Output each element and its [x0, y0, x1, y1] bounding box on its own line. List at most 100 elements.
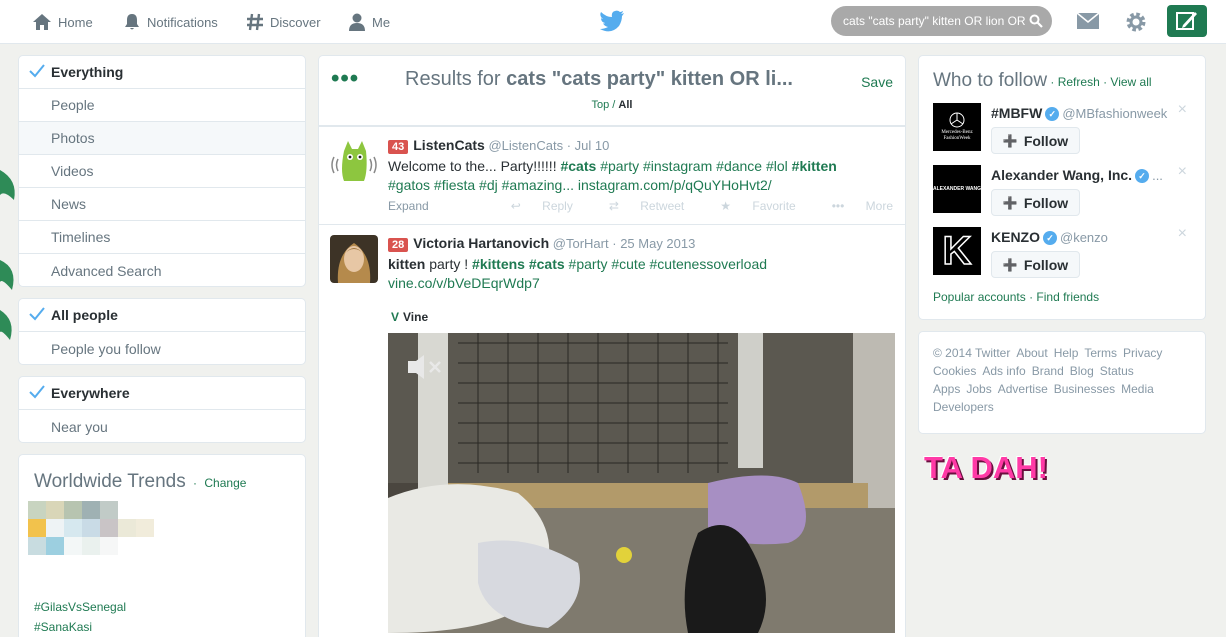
tweet-author-name[interactable]: ListenCats: [413, 137, 485, 153]
filter-news[interactable]: News: [19, 188, 305, 221]
hashtag-link[interactable]: #cutenessoverload: [650, 256, 768, 272]
filter-everything[interactable]: Everything: [19, 56, 305, 89]
gear-icon[interactable]: [1124, 10, 1148, 34]
footer-link-terms[interactable]: Terms: [1084, 346, 1117, 360]
favorite-button[interactable]: ★ Favorite: [702, 199, 795, 213]
filter-near-you[interactable]: Near you: [19, 410, 305, 442]
compose-tweet-button[interactable]: [1167, 5, 1207, 37]
reply-button[interactable]: ↩ Reply: [493, 199, 573, 213]
view-all-link[interactable]: View all: [1110, 75, 1151, 89]
search-icon[interactable]: [1029, 14, 1043, 28]
hashtag-link[interactable]: #party: [569, 256, 608, 272]
trends-change-link[interactable]: Change: [204, 476, 246, 490]
account-handle: @kenzo: [1060, 230, 1108, 245]
alexander-wang-logo[interactable]: ALEXANDER WANG: [933, 165, 981, 213]
expand-link[interactable]: Expand: [388, 199, 429, 213]
vine-link[interactable]: vine.co/v/bVeDEqrWdp7: [388, 275, 540, 291]
nav-notifications[interactable]: Notifications: [123, 0, 218, 44]
mbfw-logo[interactable]: Mercedes-Benz FashionWeek: [933, 103, 981, 151]
popular-accounts-link[interactable]: Popular accounts: [933, 290, 1026, 304]
find-friends-link[interactable]: Find friends: [1036, 290, 1099, 304]
footer-link-about[interactable]: About: [1016, 346, 1047, 360]
hashtag-link[interactable]: #cats: [560, 158, 596, 174]
hashtag-link[interactable]: #cute: [611, 256, 645, 272]
follow-button[interactable]: ➕ Follow: [991, 189, 1080, 216]
tweet-author-handle[interactable]: @ListenCats: [488, 138, 563, 153]
vine-icon: V: [391, 310, 400, 324]
nav-home[interactable]: Home: [32, 0, 93, 44]
footer-link-blog[interactable]: Blog: [1070, 364, 1094, 378]
account-name[interactable]: #MBFW ✓ @MBfashionweek: [991, 105, 1167, 121]
tweet-author-handle[interactable]: @TorHart: [553, 236, 609, 251]
kenzo-logo-text: K: [942, 228, 972, 274]
hashtag-link[interactable]: #cats: [529, 256, 565, 272]
add-user-icon: ➕: [1002, 195, 1018, 210]
footer-link-cookies[interactable]: Cookies: [933, 364, 976, 378]
account-name[interactable]: KENZO ✓ @kenzo: [991, 229, 1108, 245]
tab-top[interactable]: Top: [592, 99, 610, 111]
dismiss-icon[interactable]: ×: [1178, 225, 1187, 243]
footer-link-apps[interactable]: Apps: [933, 382, 960, 396]
retweet-button[interactable]: ⇄ Retweet: [591, 199, 684, 213]
nav-discover[interactable]: Discover: [246, 0, 321, 44]
hashtag-link[interactable]: #party: [600, 158, 639, 174]
more-button[interactable]: ••• More: [814, 199, 893, 213]
save-search-button[interactable]: Save: [861, 74, 893, 90]
trend-item[interactable]: #GilasVsSenegal: [34, 600, 126, 614]
search-input[interactable]: cats "cats party" kitten OR lion OR: [831, 6, 1052, 36]
hashtag-link[interactable]: #lol: [766, 158, 788, 174]
footer-link-jobs[interactable]: Jobs: [966, 382, 991, 396]
tweet-author-name[interactable]: Victoria Hartanovich: [413, 235, 549, 251]
dismiss-icon[interactable]: ×: [1178, 163, 1187, 181]
listencats-avatar[interactable]: [330, 137, 378, 185]
tweet-timestamp[interactable]: 25 May 2013: [620, 236, 695, 251]
hashtag-link[interactable]: #dance: [716, 158, 762, 174]
kenzo-logo[interactable]: K: [933, 227, 981, 275]
mute-icon[interactable]: [406, 353, 444, 383]
filter-people-label: People: [51, 97, 95, 113]
hashtag-and-link-text[interactable]: #gatos #fiesta #dj #amazing... instagram…: [388, 177, 772, 193]
vine-attribution[interactable]: V Vine: [391, 310, 428, 324]
footer-link-help[interactable]: Help: [1054, 346, 1079, 360]
nav-me[interactable]: Me: [348, 0, 390, 44]
filter-all-people[interactable]: All people: [19, 299, 305, 332]
tweet[interactable]: 28 Victoria Hartanovich @TorHart · 25 May…: [319, 224, 905, 637]
embedded-video[interactable]: [388, 333, 895, 633]
account-name[interactable]: Alexander Wang, Inc. ✓...: [991, 167, 1163, 183]
mail-icon[interactable]: [1076, 11, 1100, 31]
filter-timelines[interactable]: Timelines: [19, 221, 305, 254]
filter-advanced-search[interactable]: Advanced Search: [19, 254, 305, 286]
tweet-timestamp[interactable]: Jul 10: [575, 138, 610, 153]
footer-link-status[interactable]: Status: [1100, 364, 1134, 378]
filter-photos[interactable]: Photos: [19, 122, 305, 155]
hashtag-link[interactable]: #kittens: [472, 256, 525, 272]
compose-icon: [1176, 12, 1197, 30]
suggested-account: ALEXANDER WANG Alexander Wang, Inc. ✓... …: [933, 163, 1193, 216]
footer-link-privacy[interactable]: Privacy: [1123, 346, 1162, 360]
filter-everywhere[interactable]: Everywhere: [19, 377, 305, 410]
hashtag-link[interactable]: #kitten: [792, 158, 837, 174]
hashtag-link[interactable]: #instagram: [643, 158, 712, 174]
footer-link-businesses[interactable]: Businesses: [1054, 382, 1115, 396]
follow-button[interactable]: ➕ Follow: [991, 127, 1080, 154]
footer-link-ads-info[interactable]: Ads info: [982, 364, 1025, 378]
footer-link-developers[interactable]: Developers: [933, 400, 994, 414]
filter-people[interactable]: People: [19, 89, 305, 122]
tweet[interactable]: 43 ListenCats @ListenCats · Jul 10 Welcom…: [319, 126, 905, 224]
verified-badge-icon: ✓: [1045, 107, 1060, 121]
victoria-avatar[interactable]: [330, 235, 378, 283]
filter-videos[interactable]: Videos: [19, 155, 305, 188]
footer-link-brand[interactable]: Brand: [1032, 364, 1064, 378]
checkmark-icon: [29, 385, 45, 399]
tab-all[interactable]: All: [618, 99, 632, 111]
footer-link-media[interactable]: Media: [1121, 382, 1154, 396]
trend-item[interactable]: #SanaKasi: [34, 620, 92, 634]
dismiss-icon[interactable]: ×: [1178, 101, 1187, 119]
more-options-icon[interactable]: •••: [331, 67, 359, 91]
footer-link-advertise[interactable]: Advertise: [998, 382, 1048, 396]
refresh-link[interactable]: Refresh: [1058, 75, 1100, 89]
follow-button[interactable]: ➕ Follow: [991, 251, 1080, 278]
filter-people-you-follow[interactable]: People you follow: [19, 332, 305, 364]
twitter-bird-icon[interactable]: [599, 10, 625, 32]
nav-discover-label: Discover: [270, 14, 321, 30]
